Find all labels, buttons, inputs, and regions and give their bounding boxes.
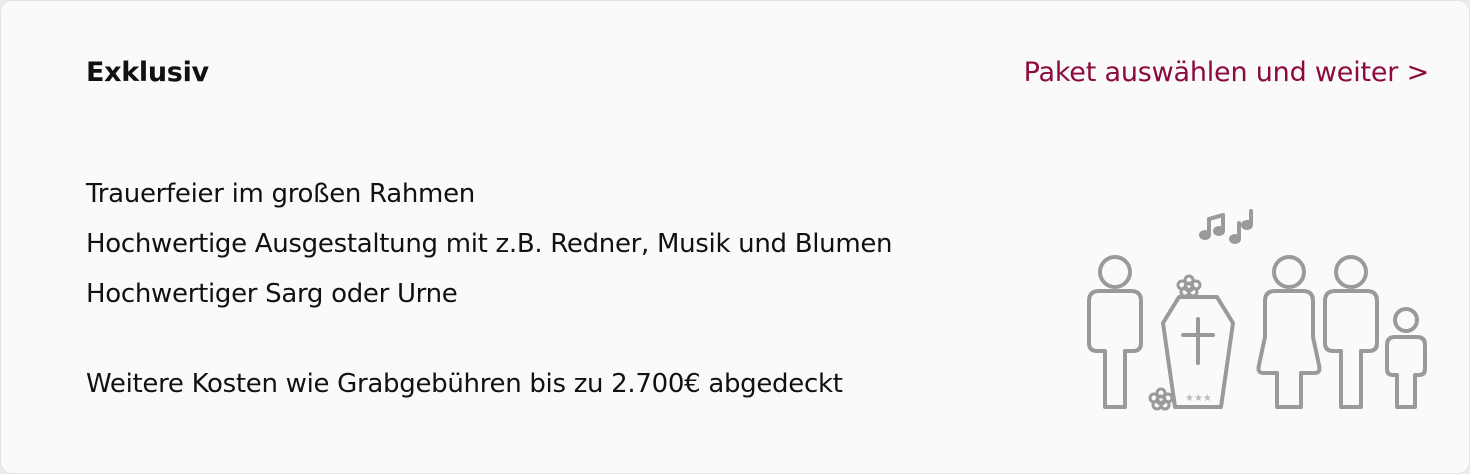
woman-figure-icon — [1256, 255, 1322, 409]
package-title: Exklusiv — [86, 57, 209, 88]
svg-text:★★★: ★★★ — [1185, 393, 1212, 404]
music-notes-icon — [1199, 209, 1253, 244]
coverage-note: Weitere Kosten wie Grabgebühren bis zu 2… — [86, 369, 843, 399]
adult-figure-icon — [1323, 255, 1379, 409]
feature-item: Hochwertiger Sarg oder Urne — [86, 279, 458, 309]
package-card: Exklusiv Paket auswählen und weiter > Tr… — [0, 0, 1470, 474]
flower-icon — [1176, 274, 1202, 298]
feature-list: Trauerfeier im großen Rahmen Hochwertige… — [86, 169, 893, 319]
adult-figure-icon — [1087, 255, 1143, 409]
feature-item: Hochwertige Ausgestaltung mit z.B. Redne… — [86, 229, 893, 259]
coffin-icon: ★★★ — [1161, 295, 1235, 409]
flower-icon — [1148, 387, 1174, 411]
feature-item: Trauerfeier im großen Rahmen — [86, 179, 475, 209]
funeral-family-icon: ★★★ — [1087, 209, 1427, 411]
child-figure-icon — [1385, 307, 1427, 409]
select-package-link[interactable]: Paket auswählen und weiter > — [1024, 57, 1430, 88]
